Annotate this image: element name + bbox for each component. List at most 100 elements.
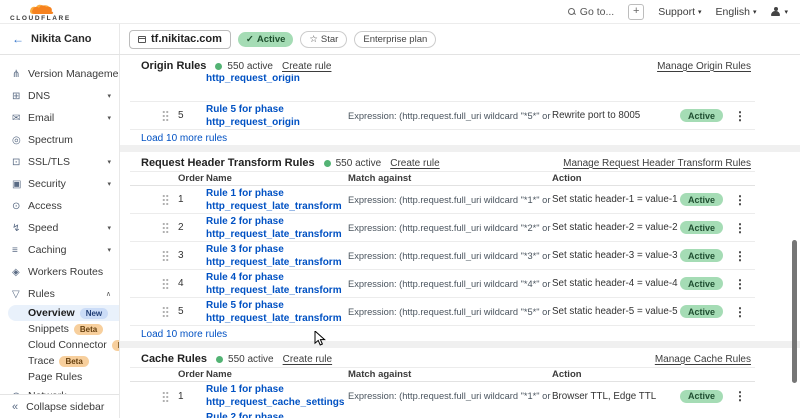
table-row[interactable]: 5 Rule 5 for phase http_request_late_tra… [130, 298, 755, 326]
support-label: Support [658, 6, 695, 18]
drag-handle-icon[interactable] [162, 391, 169, 402]
drag-handle-icon[interactable] [162, 194, 169, 205]
goto-search[interactable]: Go to... [568, 6, 614, 18]
rule-match-expression: Expression: (http.request.full_uri wildc… [348, 279, 552, 289]
cache-rules-table: 1 Rule 1 for phase http_request_cache_se… [130, 382, 755, 418]
user-menu[interactable]: ▾ [770, 7, 788, 17]
rule-match-expression: Expression: (http.request.full_uri wildc… [348, 251, 552, 261]
transform-rules-title: Request Header Transform Rules [141, 157, 315, 169]
sidebar-item[interactable]: ⊕ Network [0, 385, 119, 394]
rule-order: 5 [178, 110, 206, 121]
sidebar-item[interactable]: ◎ Spectrum [0, 129, 119, 151]
sidebar-item-label: Speed [28, 222, 58, 234]
origin-load-more-link[interactable]: Load 10 more rules [130, 130, 755, 145]
rule-action: Set static header-5 = value-5 [552, 306, 680, 317]
zone-status-badge: ✓ Active [238, 32, 293, 47]
sidebar-item[interactable]: Trace Beta [0, 353, 119, 369]
rule-name-link[interactable]: Rule 2 for phase http_request_cache_sett… [206, 411, 348, 418]
table-row[interactable]: 1 Rule 1 for phase http_request_late_tra… [130, 186, 755, 214]
language-menu[interactable]: English ▾ [716, 6, 757, 18]
sidebar-item[interactable]: ⊞ DNS ▾ [0, 85, 119, 107]
rule-name-link[interactable]: Rule 5 for phase http_request_late_trans… [206, 299, 348, 325]
rule-status-badge: Active [680, 193, 723, 206]
table-header-row: Order Name Match against Action [130, 171, 755, 186]
zone-selector[interactable]: tf.nikitac.com [129, 30, 231, 49]
manage-transform-rules-link[interactable]: Manage Request Header Transform Rules [563, 158, 751, 169]
transform-rules-table: 1 Rule 1 for phase http_request_late_tra… [130, 186, 755, 326]
table-row[interactable]: 3 Rule 3 for phase http_request_late_tra… [130, 242, 755, 270]
language-label: English [716, 6, 750, 18]
table-row[interactable]: 4 Rule 4 for phase http_request_late_tra… [130, 270, 755, 298]
section-divider [120, 145, 800, 152]
rule-match-expression: Expression: (http.request.full_uri wildc… [348, 391, 552, 401]
drag-handle-icon[interactable] [162, 306, 169, 317]
dns-icon: ⊞ [12, 91, 28, 102]
rule-name-link[interactable]: Rule 2 for phase http_request_late_trans… [206, 215, 348, 241]
sidebar-item[interactable]: ◈ Workers Routes [0, 261, 119, 283]
manage-cache-rules-link[interactable]: Manage Cache Rules [655, 354, 751, 365]
check-icon: ✓ [246, 34, 254, 45]
rule-status-badge: Active [680, 390, 723, 403]
sidebar-item[interactable]: ⋔ Version Management [0, 63, 119, 85]
rule-name-link[interactable]: Rule 5 for phase http_request_origin [206, 103, 348, 129]
scrollbar-thumb[interactable] [792, 240, 797, 383]
sidebar-item[interactable]: ↯ Speed ▾ [0, 217, 119, 239]
sidebar-item[interactable]: Cloud Connector Beta [0, 337, 119, 353]
chevron-icon: ∧ [106, 290, 111, 298]
sidebar-item[interactable]: ✉ Email ▾ [0, 107, 119, 129]
rule-name-link[interactable]: Rule 3 for phase http_request_late_trans… [206, 243, 348, 269]
origin-rules-section: Origin Rules 550 active Create rule Mana… [130, 55, 755, 145]
kebab-menu-icon[interactable]: ⋮ [734, 109, 746, 123]
sidebar-item-badge: Beta [59, 356, 88, 367]
cache-create-rule-link[interactable]: Create rule [283, 354, 332, 365]
origin-rule-row[interactable]: 5 Rule 5 for phase http_request_origin E… [130, 102, 755, 130]
kebab-menu-icon[interactable]: ⋮ [734, 305, 746, 319]
origin-create-rule-link[interactable]: Create rule [282, 61, 331, 72]
rule-name-link[interactable]: Rule 1 for phase http_request_late_trans… [206, 187, 348, 213]
transform-load-more-link[interactable]: Load 10 more rules [130, 326, 755, 341]
back-arrow-icon[interactable]: ← [12, 32, 24, 46]
sidebar-item[interactable]: ▣ Security ▾ [0, 173, 119, 195]
sidebar-nav: ⋔ Version Management ⊞ DNS ▾ ✉ Email [0, 55, 119, 394]
chevron-down-icon: ▾ [784, 8, 788, 16]
table-row[interactable]: 2 Rule 2 for phase http_request_late_tra… [130, 214, 755, 242]
sidebar-item-label: DNS [28, 90, 50, 102]
cloudflare-logo: CLOUDFLARE [10, 1, 71, 23]
drag-handle-icon[interactable] [162, 222, 169, 233]
spectrum-icon: ◎ [12, 135, 28, 146]
rule-name-link[interactable]: http_request_origin [206, 74, 348, 85]
rule-order: 2 [178, 222, 206, 233]
cloudflare-cloud-icon [25, 3, 55, 15]
sidebar-item[interactable]: ⊙ Access [0, 195, 119, 217]
drag-handle-icon[interactable] [162, 250, 169, 261]
kebab-menu-icon[interactable]: ⋮ [734, 221, 746, 235]
manage-origin-rules-link[interactable]: Manage Origin Rules [657, 61, 751, 72]
rule-name-link[interactable]: Rule 4 for phase http_request_late_trans… [206, 271, 348, 297]
sidebar-item[interactable]: Overview New [8, 305, 119, 321]
sidebar-item-label: Rules [28, 288, 55, 300]
table-row[interactable]: 1 Rule 1 for phase http_request_cache_se… [130, 382, 755, 410]
sidebar-item[interactable]: ⊡ SSL/TLS ▾ [0, 151, 119, 173]
sidebar-item[interactable]: ≡ Caching ▾ [0, 239, 119, 261]
security-icon: ▣ [12, 179, 28, 190]
collapse-sidebar-button[interactable]: « Collapse sidebar [0, 394, 119, 418]
kebab-menu-icon[interactable]: ⋮ [734, 193, 746, 207]
transform-rules-section: Request Header Transform Rules 550 activ… [130, 152, 755, 341]
star-button[interactable]: ☆ Star [300, 31, 347, 48]
sidebar-item[interactable]: Page Rules [0, 369, 119, 385]
origin-rule-row-partial[interactable]: http_request_origin [130, 74, 755, 102]
kebab-menu-icon[interactable]: ⋮ [734, 277, 746, 291]
rule-name-link[interactable]: Rule 1 for phase http_request_cache_sett… [206, 383, 348, 409]
drag-handle-icon[interactable] [162, 110, 169, 121]
table-row[interactable]: 2 Rule 2 for phase http_request_cache_se… [130, 410, 755, 418]
add-button[interactable]: + [628, 4, 644, 20]
sidebar-item-badge: New [80, 308, 108, 319]
support-menu[interactable]: Support ▾ [658, 6, 701, 18]
kebab-menu-icon[interactable]: ⋮ [734, 249, 746, 263]
transform-create-rule-link[interactable]: Create rule [390, 158, 439, 169]
kebab-menu-icon[interactable]: ⋮ [734, 389, 746, 403]
main-content: Origin Rules 550 active Create rule Mana… [120, 55, 800, 418]
drag-handle-icon[interactable] [162, 278, 169, 289]
sidebar-item[interactable]: Snippets Beta [0, 321, 119, 337]
sidebar-item[interactable]: ▽ Rules ∧ [0, 283, 119, 305]
